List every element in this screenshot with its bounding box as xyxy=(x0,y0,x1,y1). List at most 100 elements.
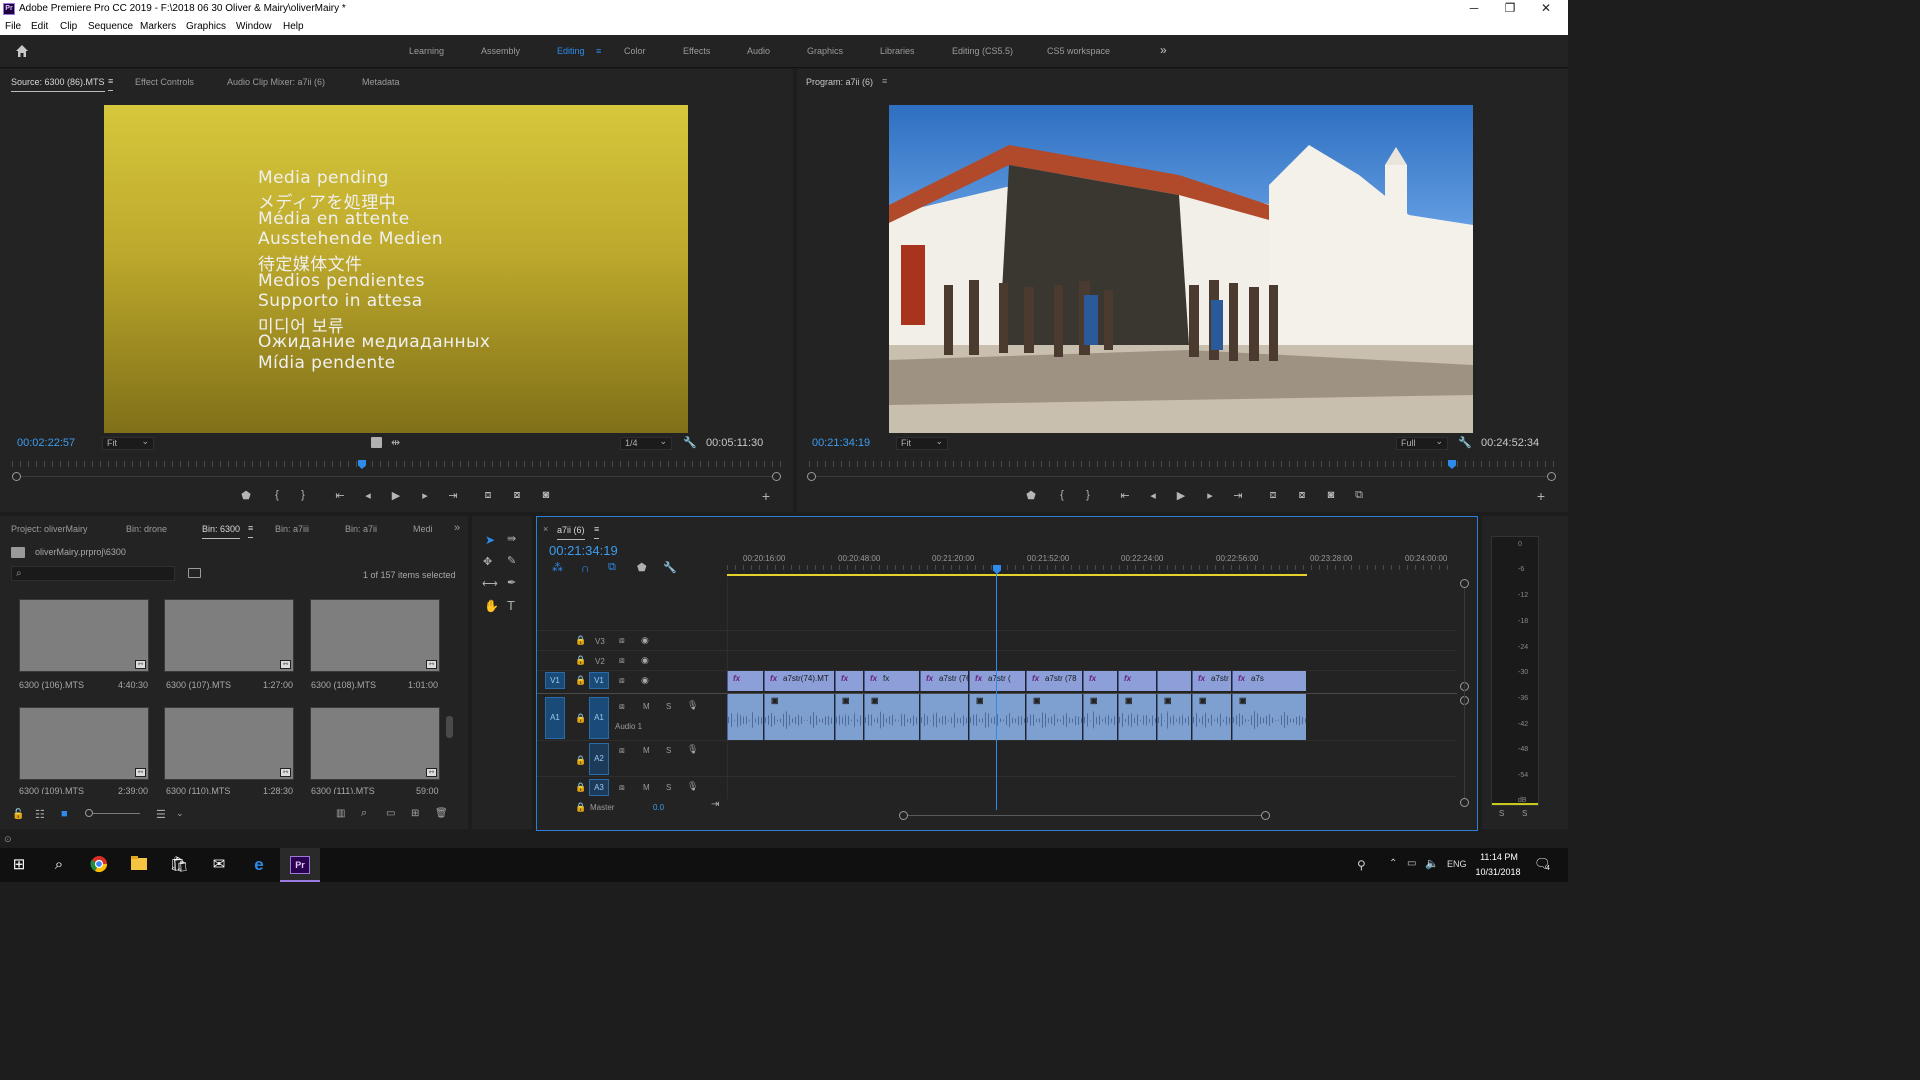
lock-icon[interactable]: 🔒 xyxy=(575,755,586,766)
workspace-editing-cs55[interactable]: Editing (CS5.5) xyxy=(952,46,1013,56)
tab-source[interactable]: Source: 6300 (86).MTS xyxy=(11,77,105,92)
workspace-assembly[interactable]: Assembly xyxy=(481,46,520,56)
lock-icon[interactable]: 🔒 xyxy=(575,802,586,813)
clip-thumbnail[interactable]: ⇿ xyxy=(19,599,149,672)
horizontal-scroll-handle-left[interactable] xyxy=(899,811,908,820)
audio-clip[interactable] xyxy=(920,694,968,740)
extract-icon[interactable]: ⧇ xyxy=(1294,489,1310,502)
clock-date[interactable]: 10/31/2018 xyxy=(1474,867,1522,877)
track-target-v1[interactable]: V1 xyxy=(589,672,609,689)
source-patch-a1[interactable]: A1 xyxy=(545,697,565,739)
source-zoom-bar[interactable] xyxy=(17,476,777,477)
track-target-a2[interactable]: A2 xyxy=(589,743,609,775)
edge-icon[interactable]: e xyxy=(249,855,269,875)
lift-icon[interactable]: ⧈ xyxy=(1265,489,1281,502)
clip-thumbnail[interactable]: ⇿ xyxy=(310,707,440,780)
video-clip[interactable]: fxa7str (79 xyxy=(1192,671,1231,691)
audio-clip[interactable]: ▣ xyxy=(835,694,863,740)
source-resolution-select[interactable]: 1/4 xyxy=(620,436,672,450)
add-marker-icon[interactable]: ⬟ xyxy=(238,489,254,502)
workspace-overflow-icon[interactable]: » xyxy=(1160,43,1167,57)
project-search-input[interactable]: ⌕ xyxy=(11,566,175,581)
workspace-audio[interactable]: Audio xyxy=(747,46,770,56)
windows-start-icon[interactable]: ⊞ xyxy=(9,855,29,875)
audio-clip[interactable]: ▣ xyxy=(1118,694,1156,740)
mute-button[interactable]: M xyxy=(643,783,650,792)
mute-button[interactable]: M xyxy=(643,702,650,711)
tab-program[interactable]: Program: a7ii (6) xyxy=(806,77,873,87)
horizontal-scroll-bar[interactable] xyxy=(907,815,1267,816)
workspace-color[interactable]: Color xyxy=(624,46,646,56)
audio-clip[interactable]: ▣ xyxy=(1232,694,1306,740)
microphone-icon[interactable]: 🎙 xyxy=(687,700,698,711)
step-forward-icon[interactable]: ▸ xyxy=(417,489,433,502)
program-wrench-icon[interactable]: 🔧 xyxy=(1458,436,1472,449)
sync-lock-icon[interactable]: ⧈ xyxy=(619,745,625,756)
workspace-cs5[interactable]: CS5 workspace xyxy=(1047,46,1110,56)
premiere-taskbar-button[interactable]: Pr xyxy=(280,848,320,882)
video-clip[interactable]: fx xyxy=(1083,671,1117,691)
search-icon[interactable]: ⌕ xyxy=(49,855,69,875)
clip-thumbnail[interactable]: ⇿ xyxy=(310,599,440,672)
show-hidden-icons-icon[interactable]: ⌃ xyxy=(1389,858,1397,869)
menu-file[interactable]: File xyxy=(5,21,21,32)
audio-clip[interactable]: ▣ xyxy=(1157,694,1191,740)
lock-icon[interactable]: 🔒 xyxy=(575,655,586,666)
volume-icon[interactable]: 🔈 xyxy=(1425,857,1439,870)
audio-clip[interactable]: ▣ xyxy=(969,694,1025,740)
find-icon[interactable]: ⌕ xyxy=(361,807,367,820)
store-icon[interactable]: 🛍 xyxy=(169,855,189,875)
vertical-scroll-handle-bottom[interactable] xyxy=(1460,798,1469,807)
menu-help[interactable]: Help xyxy=(283,21,304,32)
video-clip[interactable]: fx fx xyxy=(864,671,919,691)
add-marker-icon[interactable]: ⬟ xyxy=(1023,489,1039,502)
automate-to-sequence-icon[interactable]: ▥ xyxy=(336,808,345,819)
clock-time[interactable]: 11:14 PM xyxy=(1478,852,1520,862)
mark-in-icon[interactable]: { xyxy=(1054,489,1070,501)
timeline-timecode[interactable]: 00:21:34:19 xyxy=(549,543,618,558)
linked-selection-icon[interactable]: ⧉ xyxy=(608,561,616,574)
video-clip[interactable]: fx a7str ( xyxy=(969,671,1025,691)
video-clip[interactable]: fx xyxy=(727,671,763,691)
export-frame-icon[interactable]: ◙ xyxy=(1323,489,1339,501)
microphone-icon[interactable]: 🎙 xyxy=(687,744,698,755)
people-icon[interactable]: ⚲ xyxy=(1357,858,1366,872)
list-view-icon[interactable]: ☷ xyxy=(35,808,45,821)
new-item-icon[interactable]: ⊞ xyxy=(411,808,419,819)
tab-overflow-icon[interactable]: » xyxy=(454,522,460,534)
mute-button[interactable]: M xyxy=(643,746,650,755)
go-to-out-icon[interactable]: ⇥ xyxy=(1230,489,1246,502)
eye-icon[interactable]: ◉ xyxy=(641,655,649,666)
menu-graphics[interactable]: Graphics xyxy=(186,21,226,32)
lock-icon[interactable]: 🔒 xyxy=(575,713,586,724)
bin-panel-menu-icon[interactable]: ≡ xyxy=(248,523,254,538)
lock-icon[interactable]: 🔒 xyxy=(575,782,586,793)
solo-button[interactable]: S xyxy=(666,702,671,711)
sync-lock-icon[interactable]: ⧈ xyxy=(619,782,625,793)
mail-icon[interactable]: ✉ xyxy=(209,855,229,875)
sync-lock-icon[interactable]: ⧈ xyxy=(619,701,625,712)
source-zoom-select[interactable]: Fit xyxy=(102,436,154,450)
play-icon[interactable]: ▶ xyxy=(388,489,404,502)
export-frame-icon[interactable]: ◙ xyxy=(538,489,554,501)
chrome-icon[interactable] xyxy=(89,855,109,875)
tab-metadata[interactable]: Metadata xyxy=(362,77,400,87)
step-forward-icon[interactable]: ▸ xyxy=(1202,489,1218,502)
sort-dropdown-icon[interactable]: ⌄ xyxy=(176,808,184,819)
lock-icon[interactable]: 🔒 xyxy=(575,675,586,686)
tab-bin-a7ii[interactable]: Bin: a7ii xyxy=(345,524,377,534)
mark-in-icon[interactable]: { xyxy=(269,489,285,501)
close-tab-icon[interactable]: × xyxy=(543,524,548,534)
lock-icon[interactable]: 🔓 xyxy=(12,809,24,820)
go-to-in-icon[interactable]: ⇤ xyxy=(332,489,348,502)
tab-effect-controls[interactable]: Effect Controls xyxy=(135,77,194,87)
video-clip[interactable] xyxy=(1157,671,1191,691)
thumbnail-size-slider[interactable] xyxy=(87,813,140,814)
close-button[interactable]: ✕ xyxy=(1528,0,1564,18)
video-clip[interactable]: fx xyxy=(1118,671,1156,691)
program-zoom-bar[interactable] xyxy=(815,476,1551,477)
audio-clip[interactable]: ▣ xyxy=(1083,694,1117,740)
track-target-a3[interactable]: A3 xyxy=(589,779,609,796)
program-panel-menu-icon[interactable]: ≡ xyxy=(882,76,887,86)
insert-nest-icon[interactable]: ⁂ xyxy=(552,561,563,574)
